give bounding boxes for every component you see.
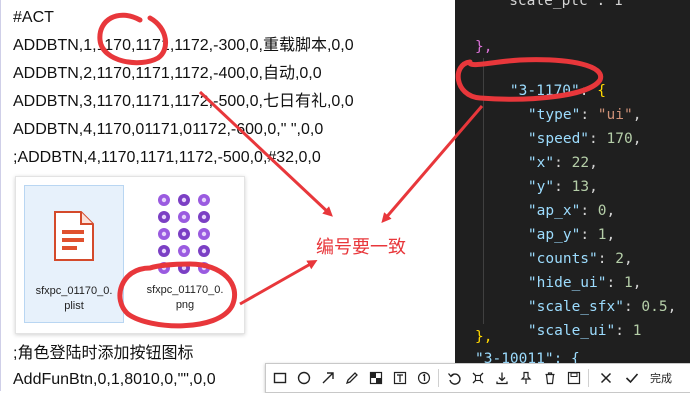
check-icon[interactable] [622, 368, 641, 387]
number-icon[interactable] [414, 368, 433, 387]
close-icon[interactable] [596, 368, 615, 387]
file-name-line1: sfxpc_01170_0. [35, 285, 113, 297]
screenshot-toolbar: 完成 [265, 363, 690, 393]
text-icon[interactable] [390, 368, 409, 387]
sprite-frame-center [161, 214, 167, 220]
code-editor[interactable]: "scale_ptc": 1 }, "3-1170": { "type": "u… [455, 0, 690, 391]
ellipse-icon[interactable] [294, 368, 313, 387]
sprite-frame-center [181, 248, 187, 254]
doc-line-comment-login: ;角色登陆时添加按钮图标 [13, 345, 194, 362]
annotation-label: 编号要一致 [316, 237, 406, 258]
arrow-icon[interactable] [318, 368, 337, 387]
doc-line-addfunbtn: AddFunBtn,0,1,8010,0,"",0,0 [13, 371, 216, 388]
doc-line-commented-addbtn: ;ADDBTN,4,1170,1171,1172,-500,0,#32,0,0 [13, 149, 321, 166]
file-item-plist[interactable]: sfxpc_01170_0. plist [24, 185, 124, 323]
file-item-png[interactable]: sfxpc_01170_0. png [136, 185, 234, 321]
file-name-line2: plist [64, 300, 84, 312]
sprite-frame-center [161, 197, 167, 203]
code-line-close: }, [475, 329, 493, 345]
sprite-frame-center [181, 214, 187, 220]
sprite-frame-center [161, 248, 167, 254]
plist-file-icon [53, 210, 95, 267]
sprite-frame-center [201, 265, 207, 271]
file-name-line1: sfxpc_01170_0. [146, 284, 224, 296]
sprite-frame-center [201, 248, 207, 254]
document-editor[interactable]: #ACT ADDBTN,1,1170,1171,1172,-300,0,重载脚本… [0, 0, 456, 391]
file-name-line2: png [175, 299, 195, 311]
crop-icon[interactable] [468, 368, 487, 387]
sprite-frame-center [201, 214, 207, 220]
done-button[interactable]: 完成 [650, 370, 672, 386]
sprite-frame-center [181, 265, 187, 271]
doc-line-addbtn-4: ADDBTN,4,1170,01171,01172,-600,0," ",0,0 [13, 121, 324, 138]
png-thumbnail-icon [154, 191, 216, 284]
pin-icon[interactable] [516, 368, 535, 387]
sprite-frame-center [161, 265, 167, 271]
save-icon[interactable] [564, 368, 583, 387]
undo-icon[interactable] [444, 368, 463, 387]
sprite-frame-center [201, 231, 207, 237]
sprite-frame-center [161, 231, 167, 237]
delete-icon[interactable] [540, 368, 559, 387]
sprite-frame-center [181, 197, 187, 203]
sprite-frame-center [201, 197, 207, 203]
doc-line-addbtn-3: ADDBTN,3,1170,1171,1172,-500,0,七日有礼,0,0 [13, 93, 354, 110]
doc-line-act: #ACT [13, 9, 54, 26]
mosaic-icon[interactable] [366, 368, 385, 387]
file-explorer-panel: sfxpc_01170_0. plist sfxpc_01170_0. png [15, 176, 245, 334]
doc-line-addbtn-2: ADDBTN,2,1170,1171,1172,-400,0,自动,0,0 [13, 65, 322, 82]
pen-icon[interactable] [342, 368, 361, 387]
doc-line-addbtn-1: ADDBTN,1,1170,1171,1172,-300,0,重载脚本,0,0 [13, 37, 354, 54]
code-line-partial: "scale_ptc": 1 [483, 0, 623, 9]
rectangle-icon[interactable] [270, 368, 289, 387]
sprite-frame-center [181, 231, 187, 237]
code-line-close-prev: }, [475, 39, 493, 55]
download-icon[interactable] [492, 368, 511, 387]
